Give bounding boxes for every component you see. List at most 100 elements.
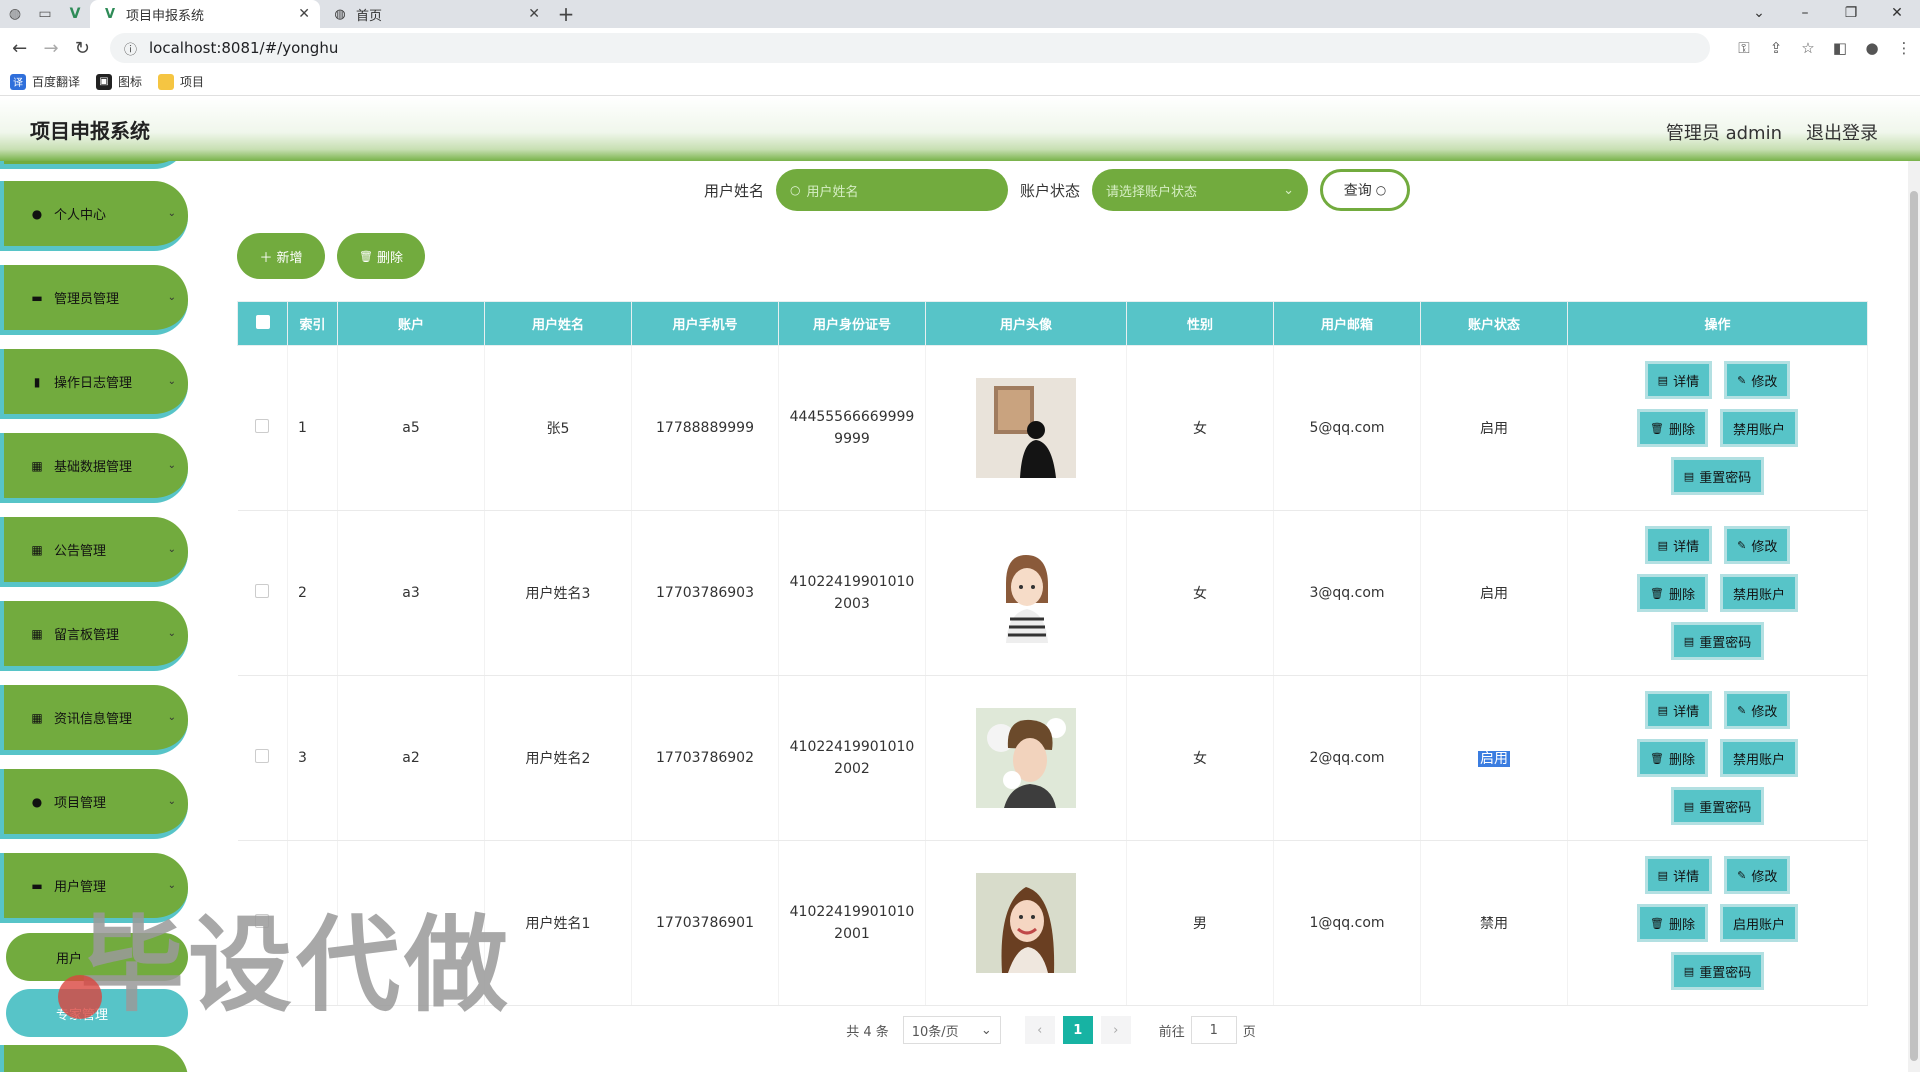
pencil-icon: ✎ <box>1737 703 1747 717</box>
bookmark-icons[interactable]: ▣ 图标 <box>96 73 142 90</box>
edit-button[interactable]: ✎ 修改 <box>1724 856 1791 894</box>
reset-password-button[interactable]: ▤ 重置密码 <box>1670 952 1765 990</box>
delete-button[interactable]: 🗑 删除 <box>1637 904 1708 942</box>
delete-label: 删除 <box>1668 752 1695 768</box>
sidebar-item-oplog[interactable]: ▮ 操作日志管理 ⌄ <box>0 349 188 419</box>
detail-button[interactable]: ▤ 详情 <box>1644 361 1713 399</box>
sidebar-item-admin[interactable]: ▬ 管理员管理 ⌄ <box>0 265 188 335</box>
cell-index: 2 <box>287 510 338 676</box>
avatar[interactable] <box>976 378 1076 478</box>
delete-label: 删除 <box>1668 917 1695 933</box>
avatar[interactable] <box>976 873 1076 973</box>
delete-button[interactable]: 🗑 删除 <box>1637 409 1708 447</box>
reset-password-button[interactable]: ▤ 重置密码 <box>1670 622 1765 660</box>
key-icon[interactable]: ⚿ <box>1728 39 1760 57</box>
row-checkbox[interactable] <box>255 749 270 763</box>
avatar[interactable] <box>976 543 1076 643</box>
select-all-header[interactable] <box>237 301 288 346</box>
restore-icon[interactable]: ❐ <box>1828 0 1874 28</box>
avatar[interactable] <box>976 708 1076 808</box>
row-select[interactable] <box>237 675 288 841</box>
chevron-down-icon: ⌄ <box>167 208 176 219</box>
edit-button[interactable]: ✎ 修改 <box>1724 526 1791 564</box>
row-checkbox[interactable] <box>255 584 270 598</box>
toggle-account-button[interactable]: 启用账户 <box>1719 904 1798 942</box>
select-all-checkbox[interactable] <box>255 314 270 329</box>
folder-icon <box>158 73 175 90</box>
page-size-select[interactable]: 10条/页 ⌄ <box>902 1016 1001 1044</box>
name-search-input[interactable]: ○ 用户姓名 <box>776 169 1008 211</box>
minimize-icon[interactable]: – <box>1782 0 1828 28</box>
detail-button[interactable]: ▤ 详情 <box>1644 691 1713 729</box>
edit-button[interactable]: ✎ 修改 <box>1724 361 1791 399</box>
sidebar-item-top[interactable] <box>0 161 188 169</box>
close-icon[interactable]: ✕ <box>1874 0 1920 28</box>
forward-icon[interactable]: → <box>35 38 66 59</box>
vue-icon: V <box>104 6 116 22</box>
cell-gender: 女 <box>1126 675 1274 841</box>
toggle-account-button[interactable]: 禁用账户 <box>1719 739 1798 777</box>
cell-status: 启用 <box>1420 510 1568 676</box>
url-field[interactable]: ⓘ localhost:8081/#/yonghu <box>109 33 1710 63</box>
edit-button[interactable]: ✎ 修改 <box>1724 691 1791 729</box>
sidebar-item-label: 个人中心 <box>54 208 107 223</box>
blank-tab-icon[interactable]: ▭ <box>30 0 60 28</box>
idcard-text: 410224199010102003 <box>789 574 915 612</box>
delete-button[interactable]: 🗑 删除 <box>1637 739 1708 777</box>
close-icon[interactable]: ✕ <box>528 6 540 22</box>
bulk-delete-button[interactable]: 🗑 删除 <box>337 233 425 279</box>
scrollbar[interactable] <box>1908 161 1920 1072</box>
bookmark-project[interactable]: 项目 <box>158 73 204 90</box>
share-icon[interactable]: ⇪ <box>1760 39 1792 57</box>
sidebar-item-basedata[interactable]: ▦ 基础数据管理 ⌄ <box>0 433 188 503</box>
sidebar-item-news[interactable]: ▦ 资讯信息管理 ⌄ <box>0 685 188 755</box>
sidebar-item-personal-center[interactable]: ● 个人中心 ⌄ <box>0 181 188 251</box>
cell-gender: 女 <box>1126 510 1274 676</box>
row-checkbox[interactable] <box>255 419 270 433</box>
next-page-button[interactable]: › <box>1100 1016 1131 1044</box>
vue-icon[interactable]: V <box>60 0 90 28</box>
detail-button[interactable]: ▤ 详情 <box>1644 526 1713 564</box>
status-select[interactable]: 请选择账户状态 ⌄ <box>1092 169 1309 211</box>
info-icon[interactable]: ⓘ <box>124 39 137 58</box>
query-button[interactable]: 查询 ○ <box>1320 169 1411 211</box>
sidepanel-icon[interactable]: ◧ <box>1824 39 1856 57</box>
goto-page-input[interactable]: 1 <box>1190 1016 1237 1044</box>
star-icon[interactable]: ☆ <box>1792 39 1824 57</box>
scrollbar-thumb[interactable] <box>1910 191 1918 1061</box>
sidebar-item-bottom[interactable] <box>0 1045 188 1072</box>
toggle-account-button[interactable]: 禁用账户 <box>1719 409 1798 447</box>
chevron-down-icon[interactable]: ⌄ <box>1736 0 1782 28</box>
reset-password-button[interactable]: ▤ 重置密码 <box>1670 787 1765 825</box>
reset-password-button[interactable]: ▤ 重置密码 <box>1670 457 1765 495</box>
delete-button[interactable]: 🗑 删除 <box>1637 574 1708 612</box>
reload-icon[interactable]: ↻ <box>67 38 98 59</box>
page-size-label: 10条/页 <box>911 1024 959 1040</box>
cell-phone: 17788889999 <box>631 345 779 511</box>
prev-page-button[interactable]: ‹ <box>1024 1016 1055 1044</box>
toggle-label: 禁用账户 <box>1732 422 1785 438</box>
toggle-account-button[interactable]: 禁用账户 <box>1719 574 1798 612</box>
row-select[interactable] <box>237 345 288 511</box>
logout-link[interactable]: 退出登录 <box>1806 119 1878 145</box>
menu-icon[interactable]: ⋮ <box>1888 39 1920 57</box>
sidebar-item-message-board[interactable]: ▦ 留言板管理 ⌄ <box>0 601 188 671</box>
new-tab-button[interactable]: + <box>550 0 582 28</box>
sidebar-subitem-label: 用户 <box>56 951 83 967</box>
reset-label: 重置密码 <box>1699 800 1752 816</box>
tab-project-system[interactable]: V 项目申报系统 ✕ <box>90 0 320 28</box>
close-icon[interactable]: ✕ <box>298 6 310 22</box>
sidebar-item-notice[interactable]: ▦ 公告管理 ⌄ <box>0 517 188 587</box>
row-select[interactable] <box>237 510 288 676</box>
bookmark-translate[interactable]: 译 百度翻译 <box>10 73 80 90</box>
profile-icon[interactable]: ● <box>1856 39 1888 57</box>
detail-button[interactable]: ▤ 详情 <box>1644 856 1713 894</box>
page-number-current[interactable]: 1 <box>1062 1016 1093 1044</box>
globe-icon[interactable]: ◍ <box>0 0 30 28</box>
tab-home[interactable]: ◍ 首页 ✕ <box>320 0 550 28</box>
back-icon[interactable]: ← <box>4 38 35 59</box>
pencil-icon: ✎ <box>1737 538 1747 552</box>
sidebar-item-project[interactable]: ● 项目管理 ⌄ <box>0 769 188 839</box>
add-button[interactable]: ＋ 新增 <box>237 233 325 279</box>
chevron-down-icon: ⌄ <box>1283 182 1295 198</box>
